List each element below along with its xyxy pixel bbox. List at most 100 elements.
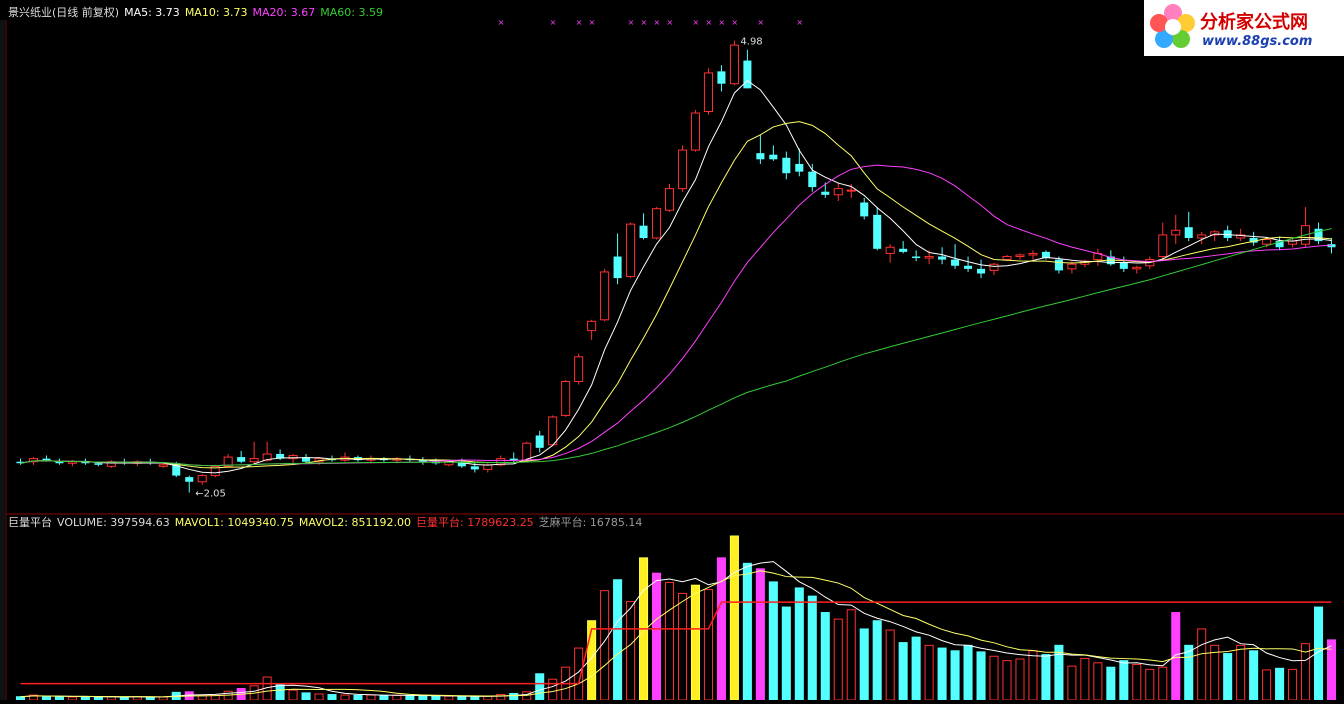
ma20-line xyxy=(20,164,1332,467)
signal-mark: × xyxy=(654,18,661,27)
candle-body-down xyxy=(94,463,103,465)
candle-body-up xyxy=(989,263,999,271)
volume-bar xyxy=(444,695,454,701)
candle-body-up xyxy=(664,188,675,211)
candle-body-up xyxy=(1015,254,1025,258)
volume-bar xyxy=(366,694,376,701)
volume-bar xyxy=(1093,662,1103,701)
volume-bar xyxy=(1171,612,1181,701)
volume-bar xyxy=(820,612,830,701)
candle-body-up xyxy=(197,475,207,483)
volume-bar xyxy=(1132,663,1142,701)
volume-bar xyxy=(1275,667,1285,701)
logo-title: 分析家公式网 xyxy=(1200,12,1308,33)
site-logo: 分析家公式网 www.88gs.com xyxy=(1144,0,1344,56)
candle-body-up xyxy=(158,464,168,467)
volume-bar xyxy=(833,618,843,701)
signal-mark: × xyxy=(692,18,699,27)
logo-url: www.88gs.com xyxy=(1202,34,1313,49)
ma60-label: MA60: 3.59 xyxy=(320,6,383,19)
candle-body-down xyxy=(55,461,64,464)
volume-bar xyxy=(703,589,713,701)
ma60-line xyxy=(20,228,1332,467)
volume-bar xyxy=(846,609,856,701)
volume-bar xyxy=(392,694,402,701)
giant-platform-value: 巨量平台: 1789623.25 xyxy=(416,516,534,529)
volume-bar xyxy=(1119,660,1129,701)
indicator-name: 巨量平台 xyxy=(8,516,52,529)
volume-bar xyxy=(1041,654,1051,701)
volume-bar xyxy=(950,650,960,701)
volume-bar xyxy=(807,595,817,701)
volume-bar xyxy=(976,651,986,701)
volume-bar xyxy=(1067,665,1077,701)
price-annotation: 4.98 xyxy=(740,37,762,48)
candle-body-down xyxy=(951,259,960,266)
volume-bar xyxy=(729,535,739,701)
candle-body-up xyxy=(833,188,843,196)
candle-body-down xyxy=(1054,259,1063,271)
mavol1-value: MAVOL1: 1049340.75 xyxy=(174,516,294,529)
candle-body-down xyxy=(535,435,544,448)
volume-bar xyxy=(1002,660,1012,701)
signal-mark: × xyxy=(667,18,674,27)
volume-bar xyxy=(340,694,350,701)
volume-bar xyxy=(1080,657,1090,701)
volume-bar xyxy=(963,644,973,701)
candle-body-up xyxy=(729,44,739,85)
candle-body-up xyxy=(587,320,597,332)
volume-bar xyxy=(1015,658,1025,701)
volume-bar xyxy=(664,581,675,701)
price-annotation: ←2.05 xyxy=(195,489,226,500)
candle-body-up xyxy=(690,112,700,151)
volume-bar xyxy=(652,572,662,701)
candle-body-up xyxy=(249,458,259,463)
volume-bar xyxy=(288,689,298,701)
candle-body-down xyxy=(1184,227,1193,238)
candle-body-down xyxy=(977,268,986,274)
candle-body-up xyxy=(924,256,934,259)
candle-body-down xyxy=(237,457,246,462)
candle-body-down xyxy=(938,256,947,260)
ma20-label: MA20: 3.67 xyxy=(252,6,316,19)
volume-bar xyxy=(626,601,636,701)
candle-body-up xyxy=(522,442,532,461)
volume-bar xyxy=(613,579,623,701)
volume-bar xyxy=(859,628,869,701)
volume-bar xyxy=(885,629,895,701)
signal-mark: × xyxy=(550,18,557,27)
candle-body-down xyxy=(964,265,973,269)
ma5-label: MA5: 3.73 xyxy=(124,6,180,19)
candle-body-up xyxy=(1028,252,1038,256)
stock-name: 景兴纸业(日线 前复权) xyxy=(8,6,120,19)
candle-body-down xyxy=(743,60,752,89)
volume-bar xyxy=(1106,666,1116,701)
volume-bar xyxy=(924,644,934,701)
volume-bar xyxy=(1210,644,1220,701)
ma10-label: MA10: 3.73 xyxy=(184,6,248,19)
candle-body-down xyxy=(185,477,194,482)
volume-bar xyxy=(301,692,311,701)
volume-bar xyxy=(1054,644,1064,701)
flower-logo-icon xyxy=(1150,4,1195,48)
volume-header: 巨量平台 VOLUME: 397594.63 MAVOL1: 1049340.75 M… xyxy=(8,516,647,530)
volume-bar xyxy=(509,692,519,701)
candle-body-down xyxy=(821,191,830,195)
volume-bar xyxy=(937,647,947,701)
signal-mark: × xyxy=(498,18,505,27)
candle-body-up xyxy=(548,416,558,446)
volume-bar xyxy=(989,655,999,701)
candle-body-up xyxy=(574,356,584,382)
signal-mark: × xyxy=(796,18,803,27)
volume-bar xyxy=(275,684,285,701)
volume-bar xyxy=(327,694,337,701)
volume-bar xyxy=(898,642,908,701)
candle-body-down xyxy=(912,256,921,259)
candle-body-down xyxy=(613,256,622,279)
candle-body-up xyxy=(600,271,610,321)
sesame-platform-value: 芝麻平台: 16785.14 xyxy=(538,516,643,529)
volume-bar xyxy=(405,695,415,701)
price-panel: 4.98 ←2.05 × × × × × × × × × × × × × × xyxy=(16,18,1336,500)
volume-bar xyxy=(548,678,558,701)
signal-mark: × xyxy=(628,18,635,27)
